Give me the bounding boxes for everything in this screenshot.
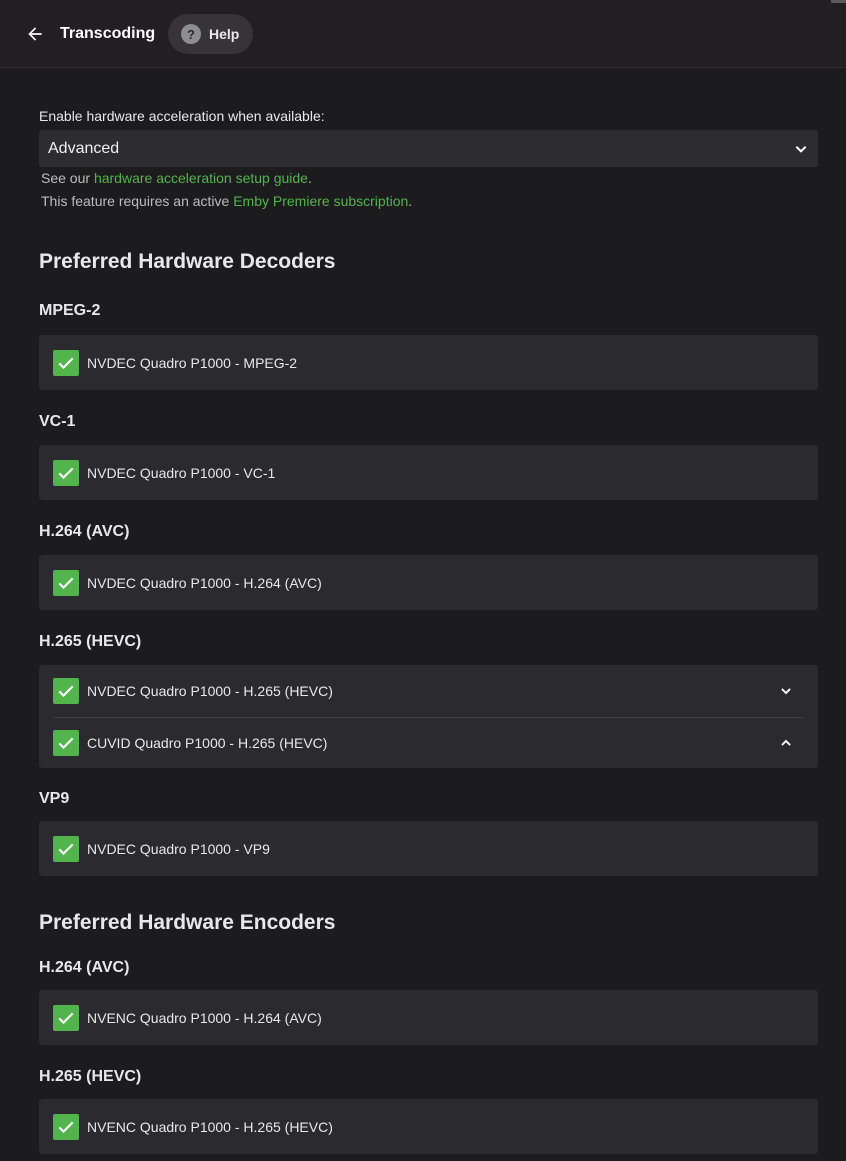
decoder-list-vc1: NVDEC Quadro P1000 - VC-1	[39, 445, 818, 500]
decoder-label: NVDEC Quadro P1000 - H.264 (AVC)	[87, 574, 322, 591]
decoder-label: NVDEC Quadro P1000 - VP9	[87, 840, 270, 857]
scrollbar-thumb[interactable]	[831, 0, 846, 3]
decoder-row: NVDEC Quadro P1000 - VC-1	[39, 445, 818, 500]
decoder-checkbox[interactable]	[53, 835, 79, 862]
setup-guide-text: See our hardware acceleration setup guid…	[39, 167, 818, 190]
decoder-checkbox[interactable]	[53, 729, 79, 756]
encoder-row: NVENC Quadro P1000 - H.265 (HEVC)	[39, 1099, 818, 1154]
encoder-checkbox[interactable]	[53, 1004, 79, 1031]
help-button-label: Help	[209, 26, 240, 42]
decoder-list-mpeg2: NVDEC Quadro P1000 - MPEG-2	[39, 335, 818, 390]
encoder-label: NVENC Quadro P1000 - H.265 (HEVC)	[87, 1118, 333, 1135]
chevron-down-icon	[781, 688, 791, 695]
hw-accel-select[interactable]: Advanced	[39, 130, 818, 167]
encoder-codec-title-h265: H.265 (HEVC)	[39, 1068, 142, 1085]
arrow-left-icon	[28, 27, 42, 41]
encoder-codec-title-h264: H.264 (AVC)	[39, 959, 130, 976]
codec-title-h264: H.264 (AVC)	[39, 523, 130, 540]
decoder-checkbox[interactable]	[53, 459, 79, 486]
check-icon	[58, 1012, 74, 1024]
transcoding-settings: Enable hardware acceleration when availa…	[39, 107, 818, 1154]
hw-accel-label: Enable hardware acceleration when availa…	[39, 108, 325, 124]
chevron-down-icon	[795, 145, 807, 153]
encoder-list-h264: NVENC Quadro P1000 - H.264 (AVC)	[39, 990, 818, 1045]
decoder-row: NVDEC Quadro P1000 - H.265 (HEVC)	[39, 665, 818, 717]
help-circle-icon: ?	[181, 24, 201, 44]
decoders-section-title: Preferred Hardware Decoders	[39, 250, 336, 273]
decoder-label: CUVID Quadro P1000 - H.265 (HEVC)	[87, 734, 328, 751]
page-title: Transcoding	[60, 25, 156, 42]
codec-title-vc1: VC-1	[39, 413, 76, 430]
decoder-list-vp9: NVDEC Quadro P1000 - VP9	[39, 821, 818, 876]
check-icon	[58, 357, 74, 369]
back-button[interactable]	[18, 17, 52, 51]
decoder-row: NVDEC Quadro P1000 - VP9	[39, 821, 818, 876]
encoders-section-title: Preferred Hardware Encoders	[39, 911, 336, 934]
move-down-button[interactable]	[776, 681, 796, 701]
move-up-button[interactable]	[776, 733, 796, 753]
codec-title-h265: H.265 (HEVC)	[39, 633, 142, 650]
decoder-label: NVDEC Quadro P1000 - MPEG-2	[87, 354, 298, 371]
decoder-checkbox[interactable]	[53, 349, 79, 376]
premiere-suffix: .	[408, 193, 413, 209]
premiere-link[interactable]: Emby Premiere subscription	[233, 193, 408, 209]
decoder-row: NVDEC Quadro P1000 - MPEG-2	[39, 335, 818, 390]
decoder-row: NVDEC Quadro P1000 - H.264 (AVC)	[39, 555, 818, 610]
check-icon	[58, 685, 74, 698]
encoder-checkbox[interactable]	[53, 1113, 79, 1140]
encoder-row: NVENC Quadro P1000 - H.264 (AVC)	[39, 990, 818, 1045]
check-icon	[58, 737, 74, 749]
decoder-list-h264: NVDEC Quadro P1000 - H.264 (AVC)	[39, 555, 818, 610]
decoder-label: NVDEC Quadro P1000 - H.265 (HEVC)	[87, 683, 333, 699]
setup-guide-prefix: See our	[41, 170, 94, 186]
encoder-list-h265: NVENC Quadro P1000 - H.265 (HEVC)	[39, 1099, 818, 1154]
decoder-row: CUVID Quadro P1000 - H.265 (HEVC)	[39, 717, 818, 768]
setup-guide-link[interactable]: hardware acceleration setup guide	[94, 170, 308, 186]
premiere-prefix: This feature requires an active	[41, 193, 234, 209]
chevron-up-icon	[781, 739, 791, 746]
check-icon	[58, 467, 74, 479]
decoder-checkbox[interactable]	[53, 678, 79, 704]
check-icon	[58, 1121, 74, 1133]
decoder-list-h265: NVDEC Quadro P1000 - H.265 (HEVC) CUVID …	[39, 665, 818, 768]
codec-title-vp9: VP9	[39, 790, 70, 807]
help-button[interactable]: ? Help	[168, 14, 253, 54]
check-icon	[58, 843, 74, 855]
check-icon	[58, 577, 74, 589]
decoder-label: NVDEC Quadro P1000 - VC-1	[87, 464, 276, 481]
hw-accel-selected-value: Advanced	[48, 139, 120, 157]
premiere-text: This feature requires an active Emby Pre…	[39, 190, 818, 213]
codec-title-mpeg2: MPEG-2	[39, 302, 101, 319]
encoder-label: NVENC Quadro P1000 - H.264 (AVC)	[87, 1009, 322, 1026]
decoder-checkbox[interactable]	[53, 569, 79, 596]
header-bar: Transcoding ? Help	[0, 0, 846, 68]
setup-guide-suffix: .	[307, 170, 312, 186]
